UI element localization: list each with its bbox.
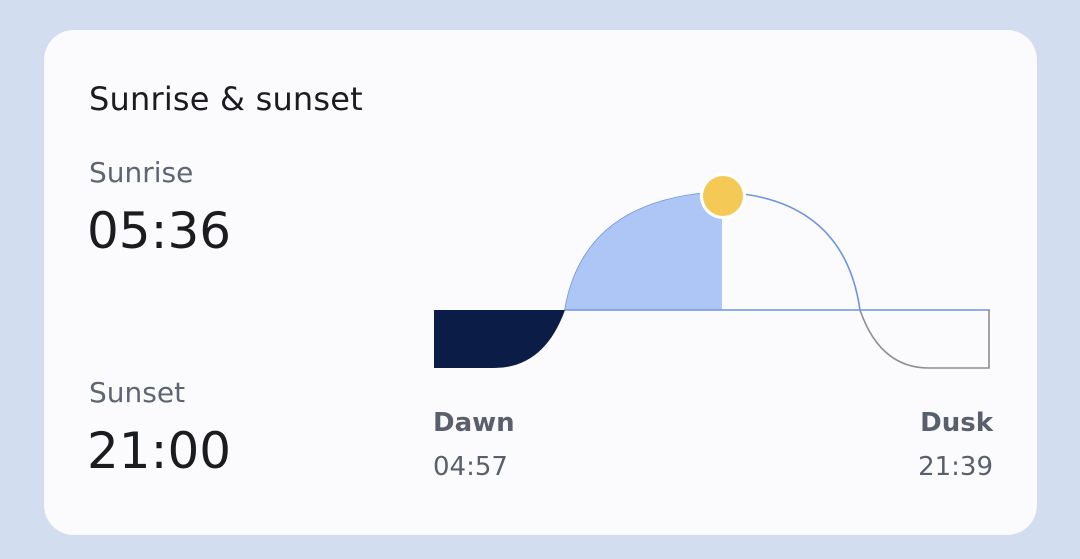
sun-icon xyxy=(700,173,746,219)
sunrise-sunset-card: Sunrise & sunset Sunrise 05:36 Sunset 21… xyxy=(44,30,1037,535)
twilight-segment xyxy=(859,309,990,369)
elapsed-daylight-fill xyxy=(565,192,722,310)
dawn-time: 04:57 xyxy=(433,452,508,482)
dusk-label: Dusk xyxy=(920,408,993,438)
night-segment xyxy=(434,310,565,368)
sun-path-graphic xyxy=(434,173,990,369)
dawn-label: Dawn xyxy=(433,408,515,438)
dusk-time: 21:39 xyxy=(918,452,993,482)
